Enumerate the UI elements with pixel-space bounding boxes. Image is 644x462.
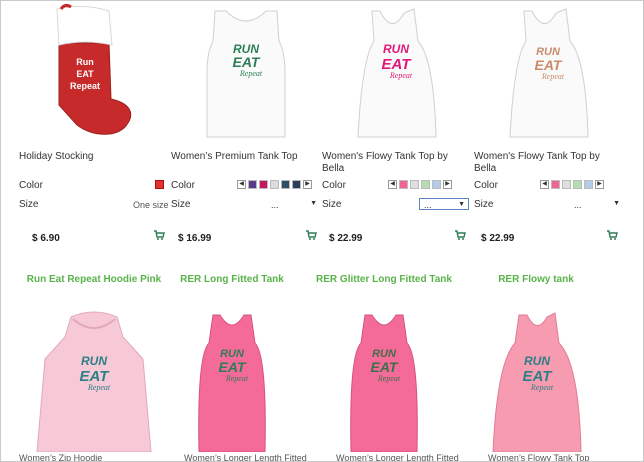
print-text-repeat: Repeat xyxy=(541,72,565,81)
size-value: One size xyxy=(133,200,169,210)
print-text-repeat: Repeat xyxy=(239,69,263,78)
print-text-eat: EAT xyxy=(233,54,261,70)
print-text-repeat: Repeat xyxy=(530,383,554,392)
print-text-run: RUN xyxy=(383,42,409,56)
color-swatch-purple[interactable] xyxy=(248,180,257,189)
product-title-link[interactable]: Run Eat Repeat Hoodie Pink xyxy=(19,274,169,286)
size-label: Size xyxy=(322,199,342,210)
print-text-repeat: Repeat xyxy=(389,71,413,80)
arrow-left-icon[interactable]: ◀ xyxy=(237,180,246,189)
product-price: $ 22.99 xyxy=(329,233,363,244)
product-image-long-fitted-tank[interactable]: RUN EAT Repeat xyxy=(157,307,307,453)
color-swatch-grey[interactable] xyxy=(410,180,419,189)
color-label: Color xyxy=(322,180,346,191)
size-select[interactable]: ... ▼ xyxy=(271,200,317,210)
chevron-down-icon: ▼ xyxy=(310,200,317,207)
size-label: Size xyxy=(474,199,494,210)
chevron-down-icon: ▼ xyxy=(458,201,465,208)
arrow-left-icon[interactable]: ◀ xyxy=(540,180,549,189)
color-swatch-grey[interactable] xyxy=(562,180,571,189)
color-swatch-red[interactable] xyxy=(155,180,164,189)
arrow-right-icon[interactable]: ▶ xyxy=(595,180,604,189)
color-swatch-mint[interactable] xyxy=(573,180,582,189)
arrow-left-icon[interactable]: ◀ xyxy=(388,180,397,189)
product-name[interactable]: Holiday Stocking xyxy=(19,151,169,163)
cart-icon[interactable] xyxy=(454,229,466,241)
product-caption: Women’s Zip Hoodie xyxy=(19,453,103,462)
product-caption: Women’s Longer Length Fitted xyxy=(184,453,307,462)
size-select-value: ... xyxy=(424,200,432,210)
product-image-flowy-tank-pink[interactable]: RUN EAT Repeat xyxy=(461,307,611,453)
stocking-text-line3: Repeat xyxy=(70,81,100,91)
product-image-flowy-tank-2[interactable]: RUN EAT Repeat xyxy=(474,1,624,141)
product-image-premium-tank[interactable]: RUN EAT Repeat xyxy=(171,1,321,141)
color-swatch-pink[interactable] xyxy=(551,180,560,189)
color-swatch-mint[interactable] xyxy=(421,180,430,189)
chevron-down-icon: ▼ xyxy=(613,200,620,207)
product-price: $ 6.90 xyxy=(32,233,60,244)
product-title-link[interactable]: RER Long Fitted Tank xyxy=(157,274,307,286)
size-label: Size xyxy=(171,199,191,210)
product-image-stocking[interactable]: Run EAT Repeat xyxy=(19,1,169,141)
print-text-run: RUN xyxy=(524,354,550,368)
print-text-eat: EAT xyxy=(535,57,563,73)
print-text-repeat: Repeat xyxy=(225,374,249,383)
product-image-flowy-tank-1[interactable]: RUN EAT Repeat xyxy=(322,1,472,141)
color-swatches: ◀ ▶ xyxy=(540,179,604,190)
product-title-link[interactable]: RER Flowy tank xyxy=(461,274,611,286)
size-select-value: ... xyxy=(574,200,582,210)
product-title-link[interactable]: RER Glitter Long Fitted Tank xyxy=(309,274,459,286)
product-price: $ 22.99 xyxy=(481,233,515,244)
product-caption: Women’s Flowy Tank Top xyxy=(488,453,590,462)
color-swatch-navy[interactable] xyxy=(292,180,301,189)
print-text-run: RUN xyxy=(81,354,107,368)
color-swatch-pink[interactable] xyxy=(399,180,408,189)
cart-icon[interactable] xyxy=(305,229,317,241)
print-text-eat: EAT xyxy=(219,359,247,375)
print-text-repeat: Repeat xyxy=(87,383,111,392)
print-text-eat: EAT xyxy=(371,359,399,375)
product-image-hoodie[interactable]: RUN EAT Repeat xyxy=(19,307,169,453)
print-text-repeat: Repeat xyxy=(377,374,401,383)
product-name[interactable]: Women's Flowy Tank Top by Bella xyxy=(322,151,472,175)
size-select[interactable]: ... ▼ xyxy=(574,200,620,210)
size-label: Size xyxy=(19,199,39,210)
product-image-glitter-tank[interactable]: RUN EAT Repeat xyxy=(309,307,459,453)
cart-icon[interactable] xyxy=(606,229,618,241)
cart-icon[interactable] xyxy=(153,229,165,241)
product-grid: Run EAT Repeat Holiday Stocking Color Si… xyxy=(0,0,644,462)
product-price: $ 16.99 xyxy=(178,233,212,244)
product-caption: Women’s Longer Length Fitted xyxy=(336,453,459,462)
color-label: Color xyxy=(474,180,498,191)
size-select[interactable]: ... ▼ xyxy=(419,198,469,210)
color-swatch-grey[interactable] xyxy=(270,180,279,189)
arrow-right-icon[interactable]: ▶ xyxy=(443,180,452,189)
product-name[interactable]: Women's Flowy Tank Top by Bella xyxy=(474,151,624,175)
color-swatch-blue[interactable] xyxy=(584,180,593,189)
color-label: Color xyxy=(19,180,43,191)
color-swatch-blue[interactable] xyxy=(432,180,441,189)
stocking-text-line2: EAT xyxy=(76,69,94,79)
color-swatches: ◀ ▶ xyxy=(388,179,452,190)
product-name[interactable]: Women’s Premium Tank Top xyxy=(171,151,321,163)
arrow-right-icon[interactable]: ▶ xyxy=(303,180,312,189)
stocking-text-line1: Run xyxy=(76,57,94,67)
size-select-value: ... xyxy=(271,200,279,210)
color-swatch-magenta[interactable] xyxy=(259,180,268,189)
color-swatches: ◀ ▶ xyxy=(237,179,312,190)
color-swatch-slate[interactable] xyxy=(281,180,290,189)
color-label: Color xyxy=(171,180,195,191)
